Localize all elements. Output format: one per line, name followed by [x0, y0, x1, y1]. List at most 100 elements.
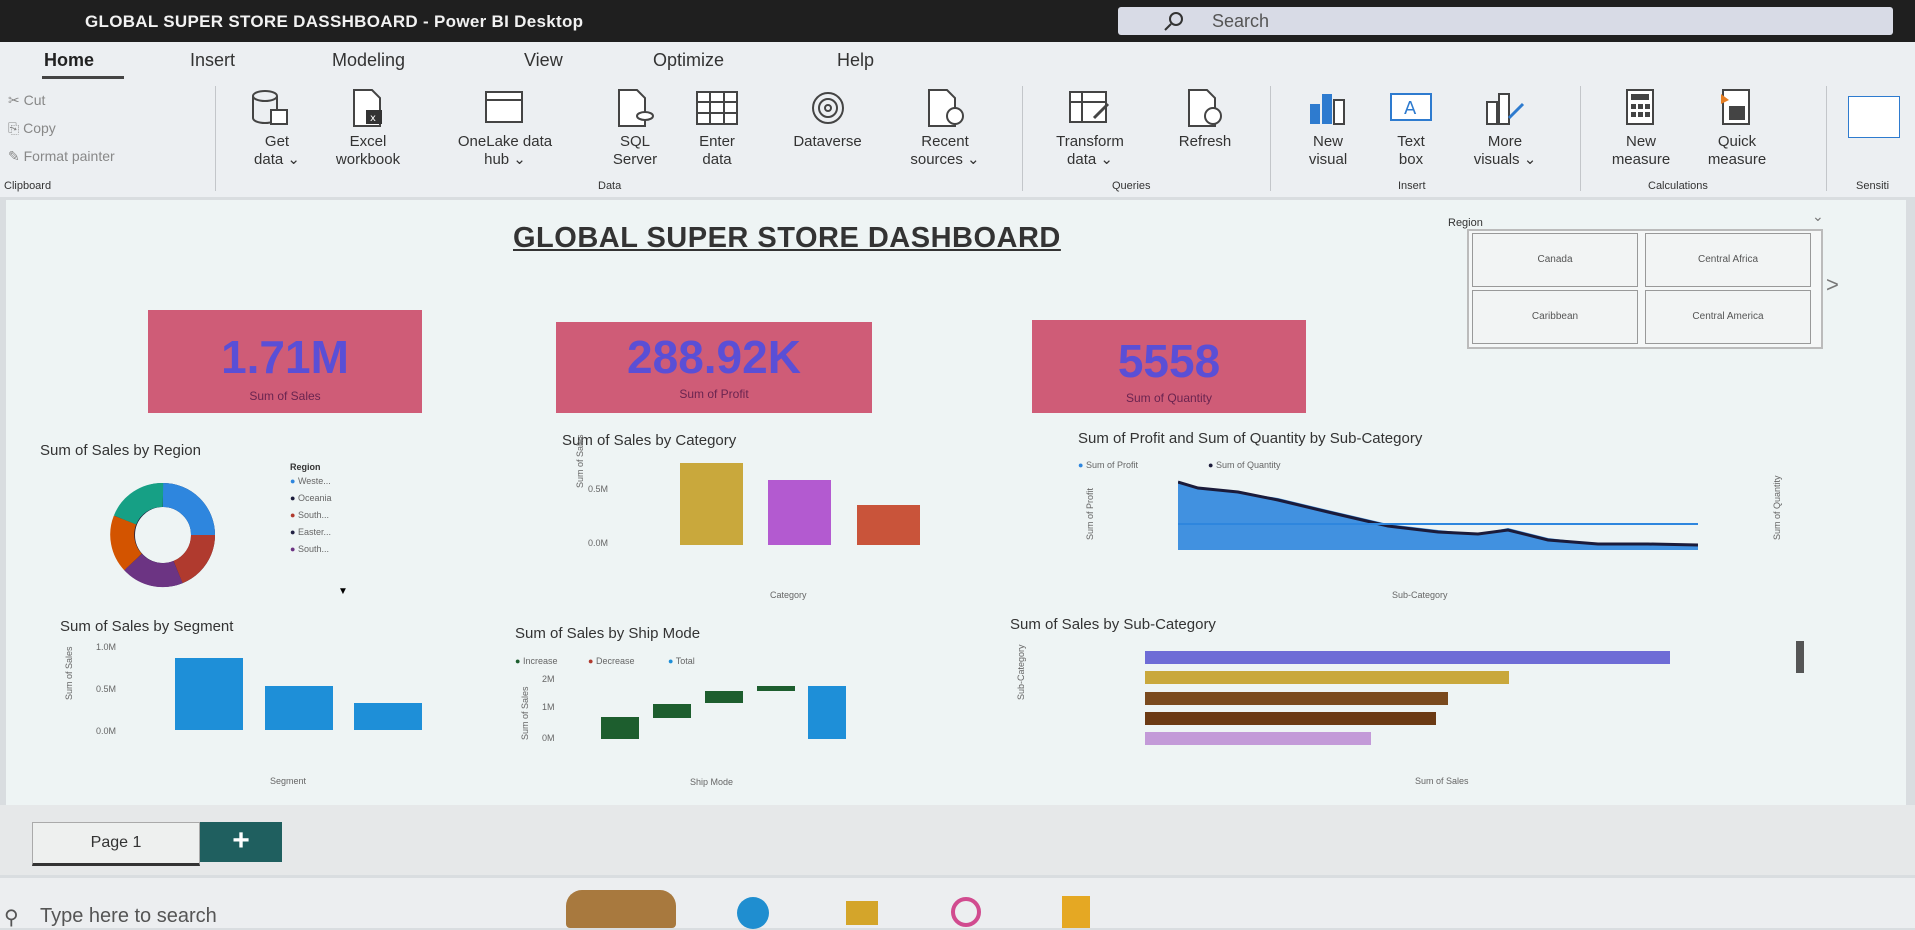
- onelake-data-hub-button[interactable]: OneLake data hub ⌄: [440, 88, 570, 169]
- bar[interactable]: [1145, 651, 1670, 664]
- file-explorer-icon[interactable]: [846, 901, 878, 925]
- sensitivity-icon[interactable]: [1848, 96, 1900, 138]
- waterfall-bar[interactable]: [808, 686, 846, 739]
- text-box-button[interactable]: A Text box: [1376, 88, 1446, 169]
- copy-button[interactable]: ⎘ Copy: [8, 120, 56, 137]
- get-data-button[interactable]: Get data ⌄: [247, 88, 307, 169]
- transform-data-button[interactable]: Transform data ⌄: [1040, 88, 1140, 169]
- more-visuals-label: More visuals ⌄: [1473, 133, 1537, 168]
- tab-modeling[interactable]: Modeling: [332, 50, 405, 71]
- new-visual-button[interactable]: New visual: [1290, 88, 1366, 169]
- waterfall-bar[interactable]: [601, 717, 639, 739]
- legend-scroll-down-icon[interactable]: ▼: [338, 586, 348, 597]
- axis-label-y2: Sum of Quantity: [1772, 475, 1782, 540]
- quick-measure-button[interactable]: Quick measure: [1692, 88, 1782, 169]
- axis-label-x: Segment: [270, 776, 307, 786]
- tab-help[interactable]: Help: [837, 50, 874, 71]
- active-tab-indicator: [42, 76, 124, 79]
- legend-item[interactable]: ● Easter...: [290, 527, 390, 544]
- tab-insert[interactable]: Insert: [190, 50, 235, 71]
- tab-view[interactable]: View: [524, 50, 563, 71]
- wallpaper-thumbnail-icon[interactable]: [566, 890, 676, 928]
- area-chart-profit-qty[interactable]: [1178, 478, 1698, 558]
- new-measure-label: New measure: [1611, 133, 1671, 168]
- axis-label-y: Sum of Profit: [1085, 487, 1095, 540]
- dataverse-icon: [812, 92, 844, 124]
- slicer-title: Region: [1448, 217, 1483, 229]
- bar[interactable]: [354, 703, 422, 730]
- scissors-icon: ✂: [8, 92, 24, 108]
- recent-sources-button[interactable]: Recent sources ⌄: [895, 88, 995, 169]
- brush-icon: ✎: [8, 148, 24, 164]
- bar[interactable]: [1145, 712, 1436, 725]
- add-page-button[interactable]: +: [200, 822, 282, 862]
- bar[interactable]: [857, 505, 920, 545]
- refresh-button[interactable]: Refresh: [1160, 88, 1250, 151]
- cut-button[interactable]: ✂ Cut: [8, 92, 45, 109]
- tab-home[interactable]: Home: [44, 50, 94, 71]
- slicer-item[interactable]: Central America: [1645, 290, 1811, 344]
- bar[interactable]: [1145, 692, 1448, 705]
- bar[interactable]: [1145, 671, 1509, 684]
- svg-text:x: x: [370, 113, 376, 124]
- taskbar-search-input[interactable]: Type here to search: [40, 905, 217, 928]
- axis-tick: 1.0M: [96, 642, 117, 652]
- profit-area: [1178, 483, 1698, 550]
- bar[interactable]: [265, 686, 333, 730]
- bar[interactable]: [680, 463, 743, 545]
- kpi-card-profit[interactable]: 288.92K Sum of Profit: [556, 322, 872, 413]
- sql-server-button[interactable]: SQL Server: [600, 88, 670, 169]
- dataverse-button[interactable]: Dataverse: [770, 88, 885, 151]
- chevron-down-icon[interactable]: ⌄: [1812, 208, 1824, 225]
- excel-icon: x: [353, 89, 382, 127]
- waterfall-bar[interactable]: [705, 691, 743, 703]
- tab-optimize[interactable]: Optimize: [653, 50, 724, 71]
- slicer-item[interactable]: Central Africa: [1645, 233, 1811, 287]
- new-measure-button[interactable]: New measure: [1596, 88, 1686, 169]
- page-tabs-bar: [0, 805, 1915, 875]
- slicer-item[interactable]: Caribbean: [1472, 290, 1638, 344]
- donut-chart-region[interactable]: [78, 480, 248, 590]
- ribbon-separator: [1826, 86, 1827, 191]
- more-visuals-icon: [1486, 93, 1525, 125]
- bar[interactable]: [1145, 732, 1371, 745]
- get-data-label: Get data ⌄: [254, 133, 300, 168]
- kpi-card-quantity[interactable]: 5558 Sum of Quantity: [1032, 320, 1306, 413]
- format-painter-button[interactable]: ✎ Format painter: [8, 148, 115, 165]
- power-bi-icon[interactable]: [1062, 896, 1090, 928]
- legend-item[interactable]: ● Weste...: [290, 476, 390, 493]
- group-label-calculations: Calculations: [1648, 180, 1708, 192]
- edge-browser-icon[interactable]: [737, 897, 769, 929]
- enter-data-button[interactable]: Enter data: [685, 88, 749, 169]
- kpi-card-sales[interactable]: 1.71M Sum of Sales: [148, 310, 422, 413]
- axis-label-x: Sum of Sales: [1415, 776, 1469, 786]
- legend-item[interactable]: ● Oceania: [290, 493, 390, 510]
- bar-chart-icon: [1310, 94, 1345, 125]
- bar[interactable]: [175, 658, 243, 730]
- app-icon[interactable]: [951, 897, 981, 927]
- more-visuals-button[interactable]: More visuals ⌄: [1460, 88, 1550, 169]
- chevron-right-icon[interactable]: >: [1826, 272, 1839, 298]
- excel-workbook-button[interactable]: x Excel workbook: [318, 88, 418, 169]
- group-label-data: Data: [598, 180, 622, 192]
- axis-label-x: Ship Mode: [690, 777, 734, 787]
- chart-title-shipmode: Sum of Sales by Ship Mode: [515, 625, 701, 642]
- chart-title-category: Sum of Sales by Category: [562, 432, 737, 449]
- page-tab-page-1[interactable]: Page 1: [32, 822, 200, 866]
- waterfall-bar[interactable]: [757, 686, 795, 691]
- excel-workbook-label: Excel workbook: [335, 133, 401, 168]
- group-label-insert: Insert: [1398, 180, 1426, 192]
- legend-item[interactable]: ● South...: [290, 510, 390, 527]
- database-icon: [252, 90, 288, 125]
- bar[interactable]: [768, 480, 831, 545]
- waterfall-bar[interactable]: [653, 704, 691, 718]
- kpi-label: Sum of Sales: [249, 389, 321, 403]
- legend-item[interactable]: ● South...: [290, 544, 390, 561]
- sql-icon: [618, 89, 654, 127]
- axis-tick: 0M: [542, 733, 555, 743]
- legend-item: ● Increase: [515, 656, 558, 666]
- slicer-item[interactable]: Canada: [1472, 233, 1638, 287]
- quick-measure-icon: [1721, 89, 1750, 125]
- scrollbar-thumb[interactable]: [1796, 641, 1804, 673]
- axis-tick: 0.0M: [588, 538, 609, 548]
